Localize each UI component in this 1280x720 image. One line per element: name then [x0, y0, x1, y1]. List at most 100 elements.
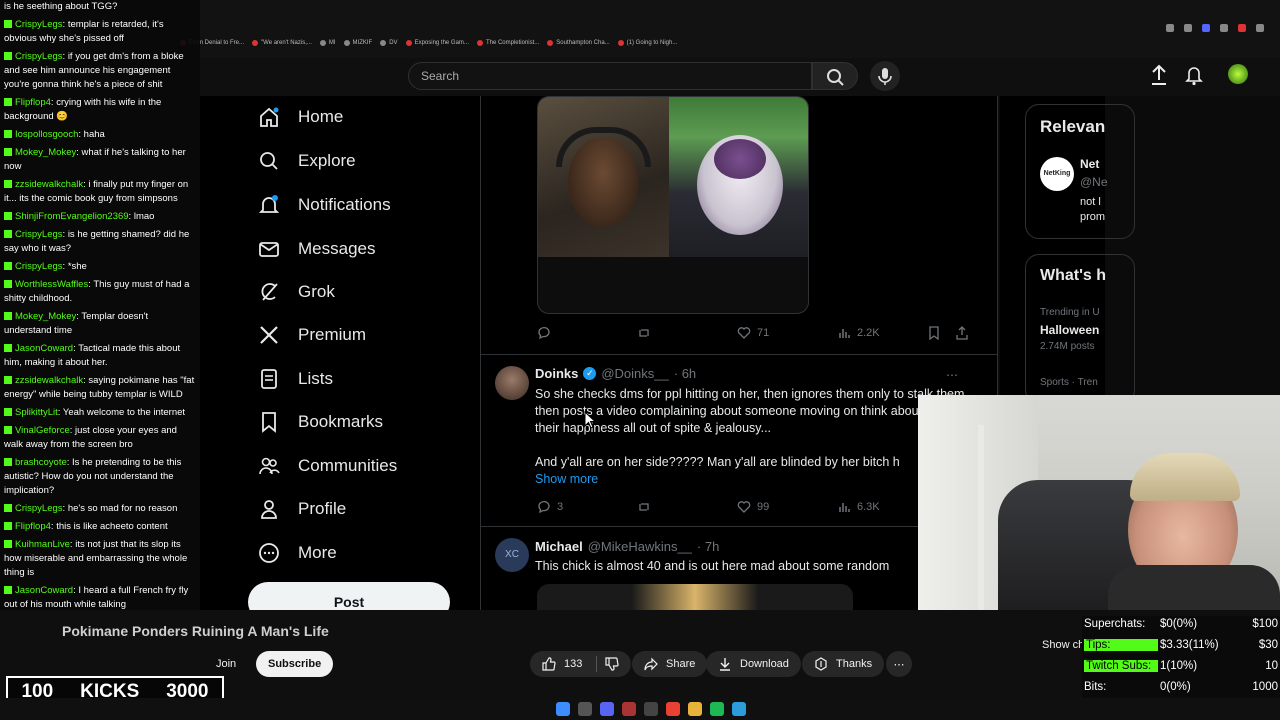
chat-username[interactable]: WorthlessWaffles [15, 279, 88, 290]
nav-lists[interactable]: Lists [258, 368, 333, 390]
nav-grok[interactable]: Grok [258, 281, 335, 303]
chat-badge-icon [4, 312, 12, 321]
author-handle[interactable]: @Doinks__ [601, 366, 668, 381]
chat-username[interactable]: Mokey_Mokey [15, 311, 76, 322]
reply-button[interactable]: 3 [537, 500, 637, 514]
reply-button[interactable] [537, 326, 637, 340]
trend-name[interactable]: Halloween [1040, 323, 1099, 337]
nav-explore[interactable]: Explore [258, 150, 356, 172]
tweet-media[interactable] [537, 584, 853, 610]
card-title: What's h [1040, 267, 1107, 284]
chat-message: CrispyLegs: *she [4, 260, 196, 274]
extension-icon[interactable] [1166, 24, 1174, 32]
avatar[interactable] [495, 366, 529, 400]
bookmark-item[interactable]: (1) Going to Nigh... [617, 40, 677, 46]
upload-icon[interactable] [1150, 64, 1168, 86]
join-button[interactable]: Join [206, 651, 246, 677]
avatar[interactable]: NetKing [1040, 157, 1074, 191]
subscribe-button[interactable]: Subscribe [256, 651, 334, 677]
extension-icon[interactable] [1184, 24, 1192, 32]
like-button[interactable]: 99 [737, 500, 837, 514]
bookmark-item[interactable]: MIZKIF [343, 40, 372, 46]
show-chat-button[interactable]: Show ch [1042, 639, 1084, 651]
views-button[interactable]: 2.2K [837, 326, 927, 340]
extension-icon[interactable] [1220, 24, 1228, 32]
chat-message: Flipflop4: this is like acheeto content [4, 520, 196, 534]
folder-icon[interactable] [688, 702, 702, 716]
bookmark-item[interactable]: DV [380, 40, 398, 46]
chat-username[interactable]: JasonCoward [15, 343, 73, 354]
chat-username[interactable]: zzsidewalkchalk [15, 375, 83, 386]
search-input[interactable]: Search [408, 62, 812, 90]
share-button[interactable]: Share [632, 651, 708, 677]
app-icon[interactable] [732, 702, 746, 716]
show-more-link[interactable]: Show more [535, 472, 598, 486]
chat-username[interactable]: Iospollosgooch [15, 129, 78, 140]
bookmark-item[interactable]: The Completionist... [476, 40, 539, 46]
home-icon [258, 106, 280, 128]
more-actions-button[interactable]: ⋯ [886, 651, 912, 677]
chrome-icon[interactable] [666, 702, 680, 716]
chat-username[interactable]: CrispyLegs [15, 19, 63, 30]
app-icon[interactable] [622, 702, 636, 716]
bookmark-button[interactable] [927, 326, 955, 340]
chat-username[interactable]: brashcoyote [15, 457, 67, 468]
nav-premium[interactable]: Premium [258, 324, 366, 346]
more-options-icon[interactable]: ⋯ [946, 368, 958, 382]
bookmark-item[interactable]: Southampton Cha... [547, 40, 610, 46]
notification-bell-icon[interactable] [1185, 64, 1203, 86]
bookmark-item[interactable]: Exposing the Gam... [405, 40, 469, 46]
chat-username[interactable]: Flipflop4 [15, 521, 51, 532]
nav-bookmarks[interactable]: Bookmarks [258, 411, 383, 433]
tweet-media[interactable] [537, 96, 809, 314]
account-name[interactable]: Net [1080, 157, 1099, 171]
chat-username[interactable]: CrispyLegs [15, 229, 63, 240]
author-name[interactable]: Doinks [535, 366, 578, 381]
download-button[interactable]: Download [706, 651, 801, 677]
voice-search-button[interactable] [870, 61, 900, 91]
repost-button[interactable] [637, 326, 737, 340]
like-button[interactable]: 71 [737, 326, 837, 340]
thumbs-down-icon[interactable] [605, 657, 619, 671]
chat-username[interactable]: CrispyLegs [15, 503, 63, 514]
avatar[interactable]: XC [495, 538, 529, 572]
chat-username[interactable]: zzsidewalkchalk [15, 179, 83, 190]
chat-username[interactable]: JasonCoward [15, 585, 73, 596]
share-button[interactable] [955, 326, 969, 340]
chat-username[interactable]: SplikittyLit [15, 407, 58, 418]
repost-button[interactable] [637, 500, 737, 514]
nav-more[interactable]: More [258, 542, 337, 564]
account-avatar[interactable] [1228, 64, 1248, 84]
bookmark-item[interactable]: "We aren't Nazis,... [252, 40, 312, 46]
author-name[interactable]: Michael [535, 539, 583, 554]
chat-username[interactable]: CrispyLegs [15, 51, 63, 62]
nav-notifications[interactable]: Notifications [258, 194, 391, 216]
extension-icon[interactable] [1256, 24, 1264, 32]
chat-username[interactable]: CrispyLegs [15, 261, 63, 272]
extension-icon[interactable] [1202, 24, 1210, 32]
windows-start-icon[interactable] [556, 702, 570, 716]
nav-communities[interactable]: Communities [258, 455, 397, 477]
chat-username[interactable]: KuihmanLive [15, 539, 70, 550]
chat-message: ShinjiFromEvangelion2369: lmao [4, 210, 196, 224]
search-button[interactable] [812, 62, 858, 90]
author-handle[interactable]: @MikeHawkins__ [588, 539, 692, 554]
chat-username[interactable]: VinalGeforce [15, 425, 70, 436]
chat-username[interactable]: ShinjiFromEvangelion2369 [15, 211, 129, 222]
chat-username[interactable]: Flipflop4 [15, 97, 51, 108]
search-icon[interactable] [578, 702, 592, 716]
obs-icon[interactable] [644, 702, 658, 716]
extension-icon[interactable] [1238, 24, 1246, 32]
discord-icon[interactable] [600, 702, 614, 716]
browser-top-strip [200, 0, 1280, 58]
thanks-button[interactable]: Thanks [802, 651, 885, 677]
like-button[interactable]: 133 [530, 651, 632, 677]
grok-icon [258, 281, 280, 303]
spotify-icon[interactable] [710, 702, 724, 716]
bookmark-item[interactable]: MI [319, 40, 336, 46]
nav-messages[interactable]: Messages [258, 238, 375, 260]
nav-home[interactable]: Home [258, 106, 343, 128]
nav-profile[interactable]: Profile [258, 498, 346, 520]
chat-username[interactable]: Mokey_Mokey [15, 147, 76, 158]
views-button[interactable]: 6.3K [837, 500, 927, 514]
